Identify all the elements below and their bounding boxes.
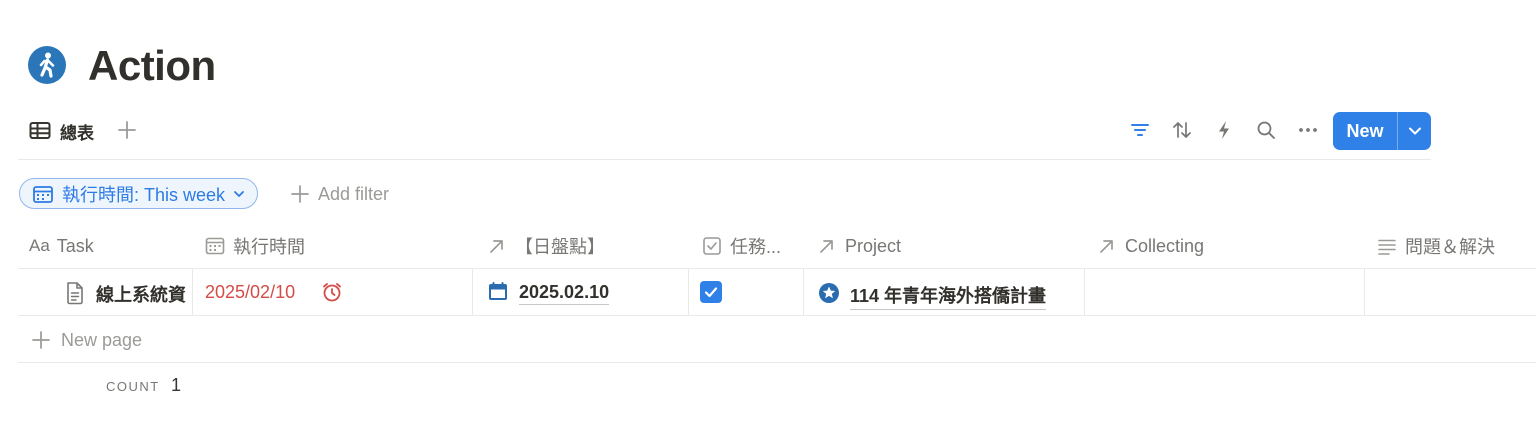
column-header-exec-time[interactable]: 執行時間 (205, 233, 305, 259)
column-divider (803, 269, 804, 315)
add-view-plus-icon[interactable] (116, 119, 138, 141)
star-badge-icon (818, 282, 840, 304)
filter-chip-label: 執行時間: This week (62, 184, 226, 205)
filter-icon[interactable] (1129, 119, 1151, 141)
project-link[interactable]: 114 年青年海外搭僑計畫 (850, 282, 1047, 310)
alarm-clock-icon (321, 281, 343, 303)
column-header-project[interactable]: Project (817, 233, 901, 259)
column-divider (688, 269, 689, 315)
add-filter-button[interactable]: Add filter (290, 182, 389, 206)
column-divider (192, 269, 193, 315)
due-date[interactable]: 2025/02/10 (205, 282, 295, 303)
new-button-label: New (1346, 120, 1384, 141)
collecting-cell[interactable] (1085, 269, 1364, 315)
new-page-label: New page (61, 329, 143, 350)
text-type-icon: Aa (29, 236, 50, 255)
column-header-label: Project (845, 235, 902, 256)
text-lines-icon (1377, 236, 1397, 256)
relation-arrow-icon (817, 236, 837, 256)
column-divider (472, 269, 473, 315)
column-header-label: 任務... (730, 237, 782, 257)
column-header-label: Task (56, 235, 94, 256)
table-icon (29, 121, 51, 141)
calendar-icon (32, 184, 54, 204)
column-header-daily-check[interactable]: 【日盤點】 (487, 233, 605, 259)
column-header-task[interactable]: Aa Task (29, 233, 94, 259)
column-header-label: Collecting (1125, 235, 1205, 256)
daily-check-link[interactable]: 2025.02.10 (519, 282, 610, 305)
sort-icon[interactable] (1171, 119, 1193, 141)
column-header-task-done[interactable]: 任務... (702, 233, 781, 259)
search-icon[interactable] (1255, 119, 1277, 141)
row-divider (18, 315, 1536, 316)
automation-icon[interactable] (1213, 119, 1235, 141)
column-header-label: 問題＆解決 (1405, 237, 1495, 257)
calendar-icon (487, 281, 509, 303)
relation-arrow-icon (1097, 236, 1117, 256)
count-value: 1 (171, 375, 182, 395)
new-button[interactable]: New (1333, 112, 1431, 150)
column-header-issues[interactable]: 問題＆解決 (1377, 233, 1495, 259)
chevron-down-icon (233, 189, 245, 199)
walking-person-icon[interactable] (28, 46, 66, 84)
tab-label: 總表 (60, 123, 94, 143)
page-title[interactable]: Action (88, 40, 216, 92)
count-label: COUNT (106, 379, 160, 394)
new-page-button[interactable]: New page (31, 328, 142, 352)
new-page-divider (18, 362, 1536, 363)
page-doc-icon (64, 281, 86, 305)
task-title[interactable]: 線上系統資 (96, 281, 190, 305)
chevron-down-icon[interactable] (1398, 112, 1431, 150)
column-header-collecting[interactable]: Collecting (1097, 233, 1204, 259)
issues-cell[interactable] (1365, 269, 1536, 315)
add-filter-label: Add filter (318, 183, 390, 204)
column-header-label: 執行時間 (233, 237, 305, 257)
column-header-label: 【日盤點】 (515, 237, 605, 257)
task-title-text: 線上系統資 (96, 285, 186, 305)
filter-chip-date[interactable]: 執行時間: This week (19, 178, 259, 209)
plus-icon (290, 184, 310, 204)
checkbox-type-icon (702, 236, 722, 256)
view-divider (18, 159, 1431, 160)
calendar-icon (205, 236, 225, 256)
task-done-checkbox[interactable] (700, 281, 722, 303)
tab-table-view[interactable]: 總表 (29, 118, 94, 144)
relation-arrow-icon (487, 236, 507, 256)
more-icon[interactable] (1297, 119, 1319, 141)
plus-icon (31, 330, 51, 350)
